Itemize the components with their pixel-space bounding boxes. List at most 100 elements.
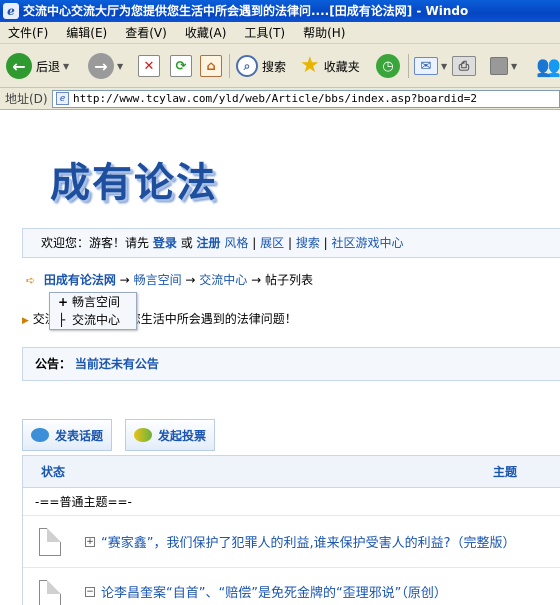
refresh-icon: ⟳ xyxy=(170,55,192,77)
address-url: http://www.tcylaw.com/yld/web/Article/bb… xyxy=(73,92,477,105)
search-button[interactable]: ⌕ 搜索 xyxy=(236,50,286,82)
tree-branch-icon: ├ xyxy=(58,313,66,327)
forward-dropdown-icon[interactable]: ▼ xyxy=(117,62,123,71)
stop-icon: ✕ xyxy=(138,55,160,77)
expand-icon: + xyxy=(58,295,69,309)
dropdown-item-jiaoliu[interactable]: ├ 交流中心 xyxy=(50,311,136,329)
history-icon: ◷ xyxy=(376,54,400,78)
breadcrumb: ➪ 田成有论法网 → 畅言空间 → 交流中心 → 帖子列表 xyxy=(26,270,313,291)
address-input[interactable]: e http://www.tcylaw.com/yld/web/Article/… xyxy=(52,90,560,108)
register-link[interactable]: 注册 xyxy=(197,236,221,250)
site-logo[interactable]: 成有论法 xyxy=(50,150,218,208)
menu-bar: 文件(F) 编辑(E) 查看(V) 收藏(A) 工具(T) 帮助(H) xyxy=(0,22,560,44)
edit-icon xyxy=(490,57,508,75)
login-link[interactable]: 登录 xyxy=(153,236,177,250)
topic-group-label: -==普通主题==- xyxy=(23,488,560,516)
menu-edit[interactable]: 编辑(E) xyxy=(57,22,116,44)
topic-table: 状态 主题 -==普通主题==- + “赛家鑫”，我们保护了犯罪人的利益,谁来保… xyxy=(22,455,560,605)
back-arrow-icon: ← xyxy=(6,53,32,79)
toolbar-separator xyxy=(229,54,230,78)
toolbar: ← 后退 ▼ → ▼ ✕ ⟳ ⌂ ⌕ 搜索 ★ 收藏夹 ◷ ✉ ▼ ⎙ ▼ 👥 xyxy=(0,44,560,88)
dropdown-item-label: 畅言空间 xyxy=(72,295,121,309)
divider: | xyxy=(252,236,257,250)
search-link[interactable]: 搜索 xyxy=(296,236,320,250)
gallery-link[interactable]: 展区 xyxy=(260,236,284,250)
mail-button[interactable]: ✉ ▼ xyxy=(414,50,447,82)
edit-button[interactable]: ▼ xyxy=(490,50,517,82)
forward-button[interactable]: → ▼ xyxy=(88,50,123,82)
ie-icon: e xyxy=(3,3,19,19)
favorites-star-icon: ★ xyxy=(300,53,320,78)
mail-dropdown-icon[interactable]: ▼ xyxy=(441,62,447,71)
messenger-button[interactable]: 👥 xyxy=(536,50,560,82)
welcome-bar: 欢迎您：游客！请先 登录 或 注册 风格 | 展区 | 搜索 | 社区游戏中心 xyxy=(22,228,560,258)
board-dropdown-menu: + 畅言空间 ├ 交流中心 xyxy=(49,292,137,330)
print-button[interactable]: ⎙ xyxy=(452,50,476,82)
notice-bar: 公告： 当前还未有公告 xyxy=(22,347,560,381)
back-label: 后退 xyxy=(36,59,61,74)
dropdown-item-changyan[interactable]: + 畅言空间 xyxy=(50,293,136,311)
breadcrumb-home[interactable]: 田成有论法网 xyxy=(44,273,116,287)
document-icon xyxy=(39,528,61,556)
expand-toggle-icon[interactable]: + xyxy=(85,537,95,547)
vote-icon xyxy=(134,428,152,442)
welcome-text: 欢迎您：游客！请先 xyxy=(41,236,150,250)
favorites-button[interactable]: ★ 收藏夹 xyxy=(300,50,360,82)
post-topic-label: 发表话题 xyxy=(55,428,104,443)
breadcrumb-arrow: → xyxy=(119,273,130,287)
menu-help[interactable]: 帮助(H) xyxy=(294,22,354,44)
home-icon: ⌂ xyxy=(200,55,222,77)
breadcrumb-arrow: → xyxy=(185,273,196,287)
style-link[interactable]: 风格 xyxy=(224,236,248,250)
topic-title-link[interactable]: 论李昌奎案“自首”、“赔偿”是免死金牌的“歪理邪说”（原创） xyxy=(101,582,447,601)
game-center-link[interactable]: 社区游戏中心 xyxy=(332,236,404,250)
table-row: + “赛家鑫”，我们保护了犯罪人的利益,谁来保护受害人的利益?（完整版） xyxy=(23,516,560,568)
menu-favorites[interactable]: 收藏(A) xyxy=(176,22,236,44)
table-header: 状态 主题 xyxy=(23,456,560,488)
search-label: 搜索 xyxy=(262,59,287,74)
toolbar-separator xyxy=(408,54,409,78)
notice-link[interactable]: 当前还未有公告 xyxy=(75,357,159,371)
divider: | xyxy=(287,236,292,250)
document-icon xyxy=(39,580,61,605)
window-title-bar: e 交流中心交流大厅为您提供您生活中所会遇到的法律问....[田成有论法网] - … xyxy=(0,0,560,22)
messenger-icon: 👥 xyxy=(536,54,560,78)
post-topic-button[interactable]: 发表话题 xyxy=(22,419,113,451)
collapse-toggle-icon[interactable]: − xyxy=(85,587,95,597)
window-title: 交流中心交流大厅为您提供您生活中所会遇到的法律问....[田成有论法网] - W… xyxy=(23,4,469,18)
breadcrumb-level2[interactable]: 交流中心 xyxy=(199,273,247,287)
forward-arrow-icon: → xyxy=(88,53,114,79)
start-vote-label: 发起投票 xyxy=(158,428,207,443)
breadcrumb-level1[interactable]: 畅言空间 xyxy=(134,273,182,287)
history-button[interactable]: ◷ xyxy=(376,50,400,82)
favorites-label: 收藏夹 xyxy=(323,59,360,74)
stop-button[interactable]: ✕ xyxy=(138,50,160,82)
page-content: 成有论法 欢迎您：游客！请先 登录 或 注册 风格 | 展区 | 搜索 | 社区… xyxy=(0,110,560,605)
search-icon: ⌕ xyxy=(236,55,258,77)
ticker-arrow-icon: ▶ xyxy=(22,316,29,326)
column-status: 状态 xyxy=(41,465,66,479)
topic-title-link[interactable]: “赛家鑫”，我们保护了犯罪人的利益,谁来保护受害人的利益?（完整版） xyxy=(101,532,516,551)
menu-file[interactable]: 文件(F) xyxy=(0,22,57,44)
start-vote-button[interactable]: 发起投票 xyxy=(125,419,216,451)
address-bar: 地址(D) e http://www.tcylaw.com/yld/web/Ar… xyxy=(0,88,560,110)
refresh-button[interactable]: ⟳ xyxy=(170,50,192,82)
print-icon: ⎙ xyxy=(452,56,476,76)
table-row: − 论李昌奎案“自首”、“赔偿”是免死金牌的“歪理邪说”（原创） xyxy=(23,568,560,605)
menu-view[interactable]: 查看(V) xyxy=(116,22,176,44)
home-button[interactable]: ⌂ xyxy=(200,50,222,82)
column-topic: 主题 xyxy=(493,465,518,479)
page-icon: e xyxy=(56,92,69,105)
speech-bubble-icon xyxy=(31,428,49,442)
back-dropdown-icon[interactable]: ▼ xyxy=(63,62,69,71)
divider: | xyxy=(323,236,328,250)
menu-tools[interactable]: 工具(T) xyxy=(235,22,294,44)
breadcrumb-current: 帖子列表 xyxy=(265,273,314,287)
or-text: 或 xyxy=(180,236,193,250)
back-button[interactable]: ← 后退 ▼ xyxy=(6,50,69,82)
notice-label: 公告： xyxy=(35,357,72,371)
address-label: 地址(D) xyxy=(5,92,48,106)
breadcrumb-icon: ➪ xyxy=(26,274,36,287)
dropdown-item-label: 交流中心 xyxy=(72,313,121,327)
edit-dropdown-icon[interactable]: ▼ xyxy=(511,62,517,71)
